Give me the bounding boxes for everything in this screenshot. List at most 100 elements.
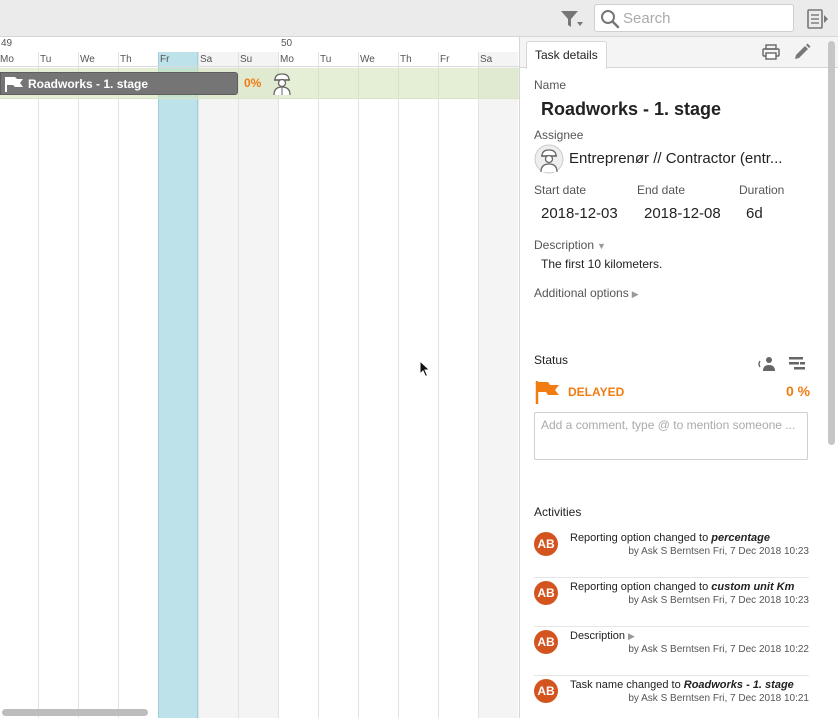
- day-column: [118, 52, 158, 718]
- panel-header: Task details: [520, 37, 838, 69]
- description-label: Description: [534, 238, 595, 252]
- day-column: [438, 52, 478, 718]
- status-percent[interactable]: 0 %: [786, 383, 810, 399]
- duration-label: Duration: [739, 183, 785, 197]
- comment-box[interactable]: [534, 412, 808, 460]
- start-date-value[interactable]: 2018-12-03: [541, 205, 618, 222]
- day-label: Fr: [160, 54, 170, 65]
- activities-label: Activities: [534, 505, 582, 519]
- task-bar[interactable]: Roadworks - 1. stage: [0, 72, 238, 95]
- additional-options-label: Additional options: [534, 286, 629, 300]
- task-bar-label: Roadworks - 1. stage: [28, 76, 149, 91]
- day-header: Mo Tu We Th Fr Sa Su Mo Tu We Th Fr Sa: [0, 52, 519, 67]
- description-toggle[interactable]: Description ▼: [534, 238, 606, 252]
- day-column: [318, 52, 358, 718]
- day-label: Mo: [280, 54, 294, 65]
- activity-emphasis: Roadworks - 1. stage: [683, 679, 794, 691]
- activity-item: AB Description ▶ by Ask S Berntsen Fri, 7…: [534, 630, 809, 676]
- activity-meta: by Ask S Berntsen Fri, 7 Dec 2018 10:23: [628, 546, 809, 557]
- description-value: The first 10 kilometers.: [541, 257, 663, 271]
- activity-emphasis: custom unit Km: [711, 581, 795, 593]
- day-label: Su: [240, 54, 253, 65]
- activity-item: AB Task name changed to Roadworks - 1. s…: [534, 679, 809, 718]
- caret-down-icon: ▼: [597, 241, 606, 251]
- day-label: We: [360, 54, 375, 65]
- day-label: Tu: [320, 54, 332, 65]
- search-icon: [601, 10, 620, 29]
- name-label: Name: [534, 78, 567, 92]
- activity-text[interactable]: Description ▶: [570, 630, 635, 642]
- day-label: Sa: [200, 54, 213, 65]
- tab-task-details[interactable]: Task details: [526, 41, 607, 69]
- weekend-column: [198, 52, 238, 718]
- day-column: [398, 52, 438, 718]
- day-label: Mo: [0, 54, 14, 65]
- activity-emphasis: percentage: [711, 532, 770, 544]
- duration-value[interactable]: 6d: [746, 205, 763, 222]
- panel-toggle-button[interactable]: [806, 8, 830, 30]
- avatar: AB: [534, 581, 558, 605]
- activity-meta: by Ask S Berntsen Fri, 7 Dec 2018 10:22: [628, 644, 809, 655]
- weekend-column: [478, 52, 518, 718]
- day-column: [0, 52, 38, 718]
- caret-right-icon: ▶: [628, 631, 635, 641]
- delayed-flag-icon: [535, 381, 559, 404]
- search-input[interactable]: [623, 8, 788, 28]
- weekend-column: [238, 52, 278, 718]
- assignee-value[interactable]: Entreprenør // Contractor (entr...: [569, 150, 789, 167]
- day-column: [358, 52, 398, 718]
- day-label: Fr: [440, 54, 450, 65]
- day-label: Th: [120, 54, 132, 65]
- activity-text: Task name changed to Roadworks - 1. stag…: [570, 679, 794, 691]
- caret-right-icon: ▶: [631, 289, 639, 299]
- day-column: [78, 52, 118, 718]
- today-column: [158, 52, 198, 718]
- avatar: AB: [534, 532, 558, 556]
- day-column: [278, 52, 318, 718]
- week-header: 49 50: [0, 37, 519, 52]
- status-options-icon[interactable]: [788, 356, 806, 370]
- day-label: Sa: [480, 54, 493, 65]
- activity-item: AB Reporting option changed to percentag…: [534, 532, 809, 578]
- assignee-label: Assignee: [534, 128, 584, 142]
- activity-item: AB Reporting option changed to custom un…: [534, 581, 809, 627]
- day-label: Tu: [40, 54, 52, 65]
- contractor-avatar-icon[interactable]: [270, 71, 294, 96]
- task-name-value: Roadworks - 1. stage: [541, 99, 722, 119]
- print-icon[interactable]: [762, 44, 780, 61]
- filter-icon: [561, 11, 583, 27]
- status-value[interactable]: DELAYED: [568, 385, 624, 399]
- filter-button[interactable]: [558, 7, 586, 31]
- start-date-label: Start date: [534, 183, 587, 197]
- search-box[interactable]: [594, 4, 794, 32]
- activity-meta: by Ask S Berntsen Fri, 7 Dec 2018 10:21: [628, 693, 809, 704]
- comment-input[interactable]: [535, 413, 807, 459]
- horizontal-scrollbar[interactable]: [0, 707, 519, 718]
- panel-toggle-icon: [807, 9, 828, 29]
- mouse-cursor-icon: [419, 360, 431, 378]
- gantt-chart: 49 50 Mo Tu We Th Fr Sa Su Mo Tu We Th F: [0, 37, 519, 718]
- day-label: Th: [400, 54, 412, 65]
- vertical-scrollbar[interactable]: [828, 41, 835, 445]
- task-details-panel: Task details Name Roadworks - 1. stage A…: [519, 37, 838, 718]
- task-row[interactable]: Roadworks - 1. stage 0%: [0, 68, 519, 99]
- edit-pencil-icon[interactable]: [793, 43, 811, 61]
- day-column: [38, 52, 78, 718]
- end-date-label: End date: [637, 183, 686, 197]
- top-toolbar: [0, 0, 838, 37]
- activity-meta: by Ask S Berntsen Fri, 7 Dec 2018 10:23: [628, 595, 809, 606]
- day-label: We: [80, 54, 95, 65]
- task-percent: 0%: [244, 76, 262, 90]
- status-label: Status: [534, 353, 569, 367]
- contractor-avatar-icon: [534, 144, 564, 174]
- status-user-icon[interactable]: [758, 355, 776, 371]
- avatar: AB: [534, 630, 558, 654]
- avatar: AB: [534, 679, 558, 703]
- activity-text: Reporting option changed to custom unit …: [570, 581, 795, 593]
- week-label: 50: [281, 38, 293, 49]
- end-date-value[interactable]: 2018-12-08: [644, 205, 721, 222]
- additional-options-toggle[interactable]: Additional options ▶: [534, 286, 639, 300]
- week-label: 49: [1, 38, 13, 49]
- horizontal-scrollbar-thumb[interactable]: [2, 709, 148, 716]
- activity-text: Reporting option changed to percentage: [570, 532, 770, 544]
